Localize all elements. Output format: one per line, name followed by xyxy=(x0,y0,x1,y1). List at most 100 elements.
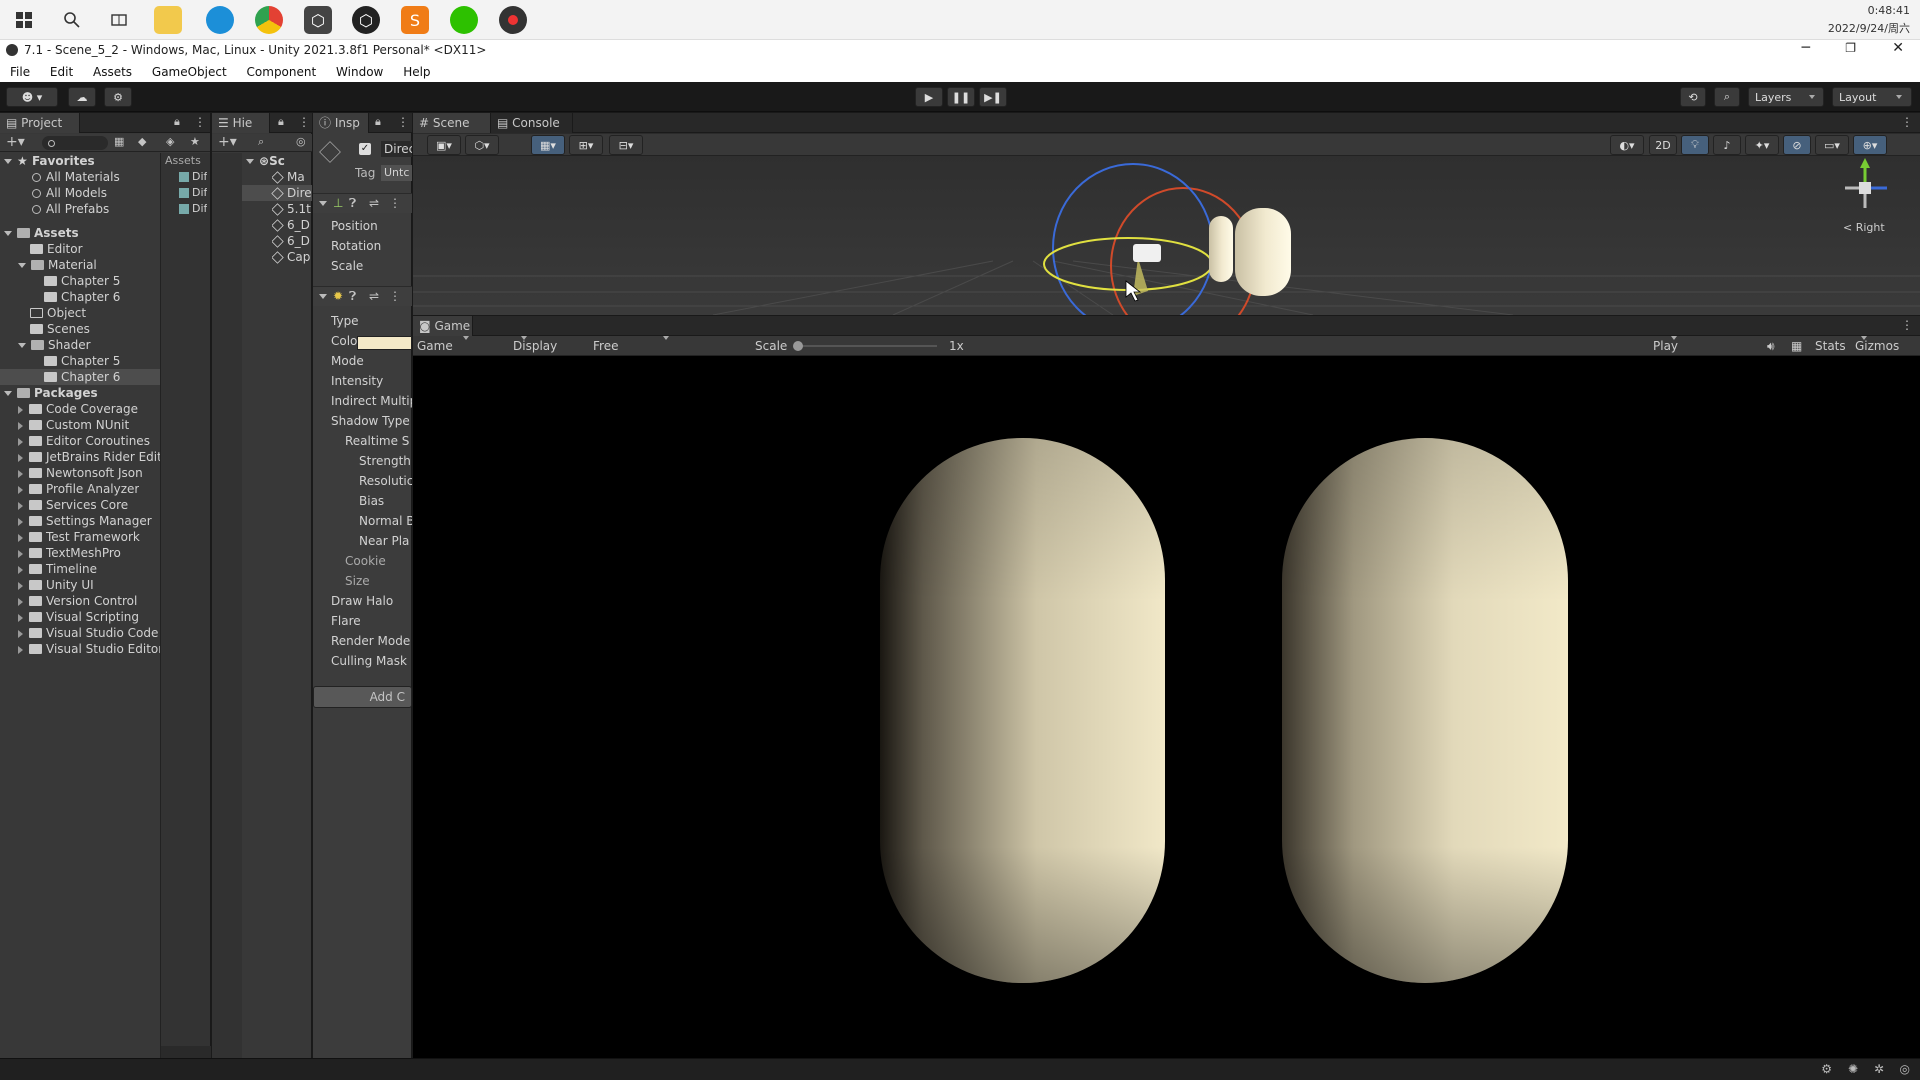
create-plus-icon[interactable]: +▾ xyxy=(6,134,25,150)
folder-item[interactable]: Object xyxy=(30,305,86,321)
capsule-object[interactable] xyxy=(1235,208,1291,296)
game-render[interactable] xyxy=(413,357,1920,1058)
history-icon[interactable]: ⟲ xyxy=(1680,87,1706,107)
recorder-icon[interactable] xyxy=(499,6,527,34)
play-button[interactable]: ▶ xyxy=(915,87,943,107)
package-item[interactable]: Test Framework xyxy=(18,529,140,545)
scene-viewport[interactable] xyxy=(413,156,1920,315)
tag-icon[interactable]: ◈ xyxy=(166,135,174,148)
package-item[interactable]: Visual Studio Code I xyxy=(18,625,166,641)
kebab-menu-icon[interactable]: ⋮ xyxy=(298,115,310,129)
search-icon[interactable]: ⌕ xyxy=(1714,87,1740,107)
frame-debug-icon[interactable]: ▦ xyxy=(1791,336,1802,356)
packages-header[interactable]: Packages xyxy=(4,385,98,401)
scene-root-item[interactable]: ⊛Sc xyxy=(246,153,285,169)
scene-visibility-icon[interactable]: ◎ xyxy=(296,135,306,148)
project-search-input[interactable] xyxy=(42,136,108,150)
help-icon[interactable]: ❓︎ xyxy=(349,196,356,211)
effects-dropdown[interactable]: ✦▾ xyxy=(1745,135,1779,155)
package-item[interactable]: TextMeshPro xyxy=(18,545,121,561)
color-swatch[interactable] xyxy=(357,336,412,350)
package-item[interactable]: Timeline xyxy=(18,561,97,577)
search-icon[interactable] xyxy=(58,6,86,34)
increment-snap-dropdown[interactable]: ⊞▾ xyxy=(569,135,603,155)
scale-slider-track[interactable] xyxy=(797,345,937,347)
menu-file[interactable]: File xyxy=(10,65,30,79)
filter-type-icon[interactable]: ▦ xyxy=(114,135,124,148)
folder-item[interactable]: Editor xyxy=(30,241,83,257)
favorite-star-icon[interactable]: ★ xyxy=(190,135,200,148)
layout-dropdown[interactable]: Layout xyxy=(1832,87,1912,107)
package-item[interactable]: Version Control xyxy=(18,593,137,609)
asset-file-item[interactable]: Dif xyxy=(179,185,207,201)
mute-audio-icon[interactable]: 🔊︎ xyxy=(1767,336,1775,356)
folder-item[interactable]: Chapter 6 xyxy=(44,289,120,305)
package-item[interactable]: Unity UI xyxy=(18,577,94,593)
tab-game[interactable]: ◙ Game xyxy=(413,316,473,336)
file-explorer-icon[interactable] xyxy=(154,6,182,34)
create-plus-icon[interactable]: +▾ xyxy=(218,134,237,150)
folder-item[interactable]: Chapter 5 xyxy=(44,273,120,289)
package-item[interactable]: Editor Coroutines xyxy=(18,433,150,449)
active-checkbox[interactable]: ✓ xyxy=(359,143,371,155)
minimize-icon[interactable]: ─ xyxy=(1802,40,1810,56)
step-button[interactable]: ▶❚ xyxy=(979,87,1007,107)
hidden-objects-icon[interactable]: ⊘ xyxy=(1783,135,1811,155)
asset-file-item[interactable]: Dif xyxy=(179,201,207,217)
preset-icon[interactable]: ⇌ xyxy=(369,289,379,303)
progress-spinner-icon[interactable]: ◎ xyxy=(1900,1062,1910,1076)
favorite-item[interactable]: All Materials xyxy=(32,169,120,185)
grid-snap-dropdown[interactable]: ▦▾ xyxy=(531,135,565,155)
unity-editor-icon[interactable]: ⬡ xyxy=(352,6,380,34)
package-item[interactable]: Settings Manager xyxy=(18,513,152,529)
object-name-field[interactable]: Direc xyxy=(381,141,412,157)
gameobject-item[interactable]: Ma xyxy=(272,169,305,185)
asset-file-item[interactable]: Dif xyxy=(179,169,207,185)
package-item[interactable]: Visual Scripting xyxy=(18,609,139,625)
orientation-label[interactable]: < Right xyxy=(1843,220,1885,236)
restore-icon[interactable]: ❐ xyxy=(1845,41,1856,55)
directional-light-gizmo-icon[interactable] xyxy=(1133,244,1161,262)
lock-icon[interactable]: 🔒︎ xyxy=(174,115,180,129)
package-item[interactable]: Newtonsoft Json xyxy=(18,465,143,481)
favorite-item[interactable]: All Prefabs xyxy=(32,201,109,217)
tab-project[interactable]: ▤ Project xyxy=(0,113,80,133)
auto-generate-lighting-icon[interactable]: ✺ xyxy=(1848,1062,1858,1076)
gizmos-globe-dropdown[interactable]: ⊕▾ xyxy=(1853,135,1887,155)
capsule-object[interactable] xyxy=(1209,216,1233,282)
close-icon[interactable]: ✕ xyxy=(1892,40,1904,56)
kebab-menu-icon[interactable]: ⋮ xyxy=(389,289,401,303)
package-item[interactable]: Visual Studio Editor xyxy=(18,641,163,657)
gameobject-item[interactable]: 5.1t xyxy=(272,201,311,217)
align-dropdown[interactable]: ⊟▾ xyxy=(609,135,643,155)
edge-browser-icon[interactable] xyxy=(206,6,234,34)
assets-header[interactable]: Assets xyxy=(4,225,79,241)
kebab-menu-icon[interactable]: ⋮ xyxy=(194,115,206,129)
zoom-slider[interactable] xyxy=(161,1046,211,1058)
audio-toggle-icon[interactable]: ♪ xyxy=(1713,135,1741,155)
search-icon[interactable]: ⌕ xyxy=(258,135,264,149)
unity-hub-icon[interactable]: ⬡ xyxy=(304,6,332,34)
folder-item[interactable]: Scenes xyxy=(30,321,90,337)
wechat-icon[interactable] xyxy=(450,6,478,34)
render-mode-dropdown[interactable]: ⬡▾ xyxy=(465,135,499,155)
tab-inspector[interactable]: ⓘ Insp xyxy=(313,113,369,133)
tab-hierarchy[interactable]: ☰ Hie xyxy=(212,113,270,133)
task-view-icon[interactable] xyxy=(105,6,133,34)
account-button[interactable]: ☻ ▾ xyxy=(6,87,58,107)
add-component-button[interactable]: Add C xyxy=(313,686,412,708)
gameobject-item[interactable]: 6_D xyxy=(272,233,310,249)
collab-icon[interactable]: ⚙ xyxy=(104,87,132,107)
tab-console[interactable]: ▤ Console xyxy=(491,113,573,133)
kebab-menu-icon[interactable]: ⋮ xyxy=(1901,115,1913,129)
lighting-toggle-icon[interactable]: 💡︎ xyxy=(1681,135,1709,155)
help-icon[interactable]: ❓︎ xyxy=(349,289,356,304)
camera-dropdown[interactable]: ▭▾ xyxy=(1815,135,1849,155)
package-item[interactable]: Code Coverage xyxy=(18,401,138,417)
sublime-text-icon[interactable]: S xyxy=(401,6,429,34)
kebab-menu-icon[interactable]: ⋮ xyxy=(1901,318,1913,332)
gameobject-item[interactable]: Cap xyxy=(272,249,310,265)
scale-slider-thumb[interactable] xyxy=(793,341,803,351)
menu-assets[interactable]: Assets xyxy=(93,65,132,79)
gameobject-item-selected[interactable]: Dire xyxy=(242,185,312,201)
